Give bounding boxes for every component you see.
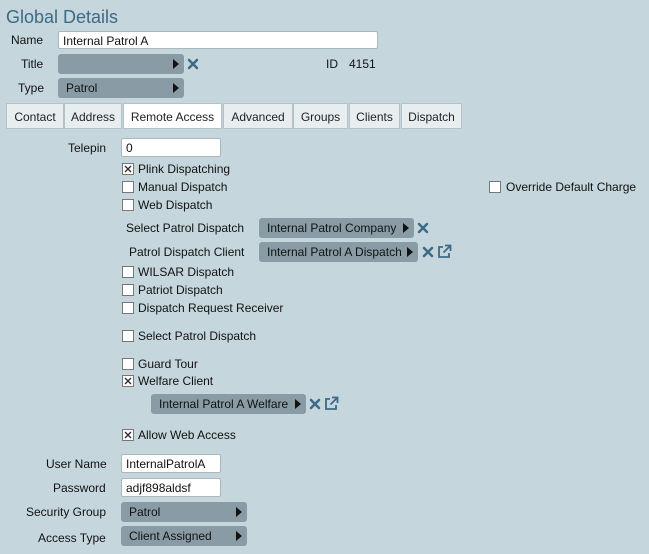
allow-web-access-label: Allow Web Access	[138, 428, 236, 442]
allow-web-access-checkbox[interactable]	[122, 429, 134, 441]
security-group-select[interactable]: Patrol	[121, 502, 247, 522]
patrol-dispatch-client-label: Patrol Dispatch Client	[129, 245, 245, 259]
telepin-input[interactable]: 0	[121, 138, 221, 157]
plink-dispatching-checkbox[interactable]	[122, 163, 134, 175]
name-input[interactable]: Internal Patrol A	[58, 31, 378, 49]
type-select-value: Patrol	[66, 81, 98, 95]
page-title: Global Details	[6, 7, 119, 27]
type-label: Type	[18, 81, 45, 95]
password-input[interactable]: adjf898aldsf	[121, 478, 221, 497]
caret-right-icon	[407, 247, 413, 257]
telepin-label: Telepin	[68, 141, 107, 155]
select-patrol-dispatch-checkbox[interactable]	[122, 330, 134, 342]
tab-groups[interactable]: Groups	[293, 103, 348, 129]
tab-contact[interactable]: Contact	[6, 103, 64, 129]
override-default-charge-checkbox[interactable]	[489, 181, 501, 193]
welfare-client-select[interactable]: Internal Patrol A Welfare	[151, 394, 306, 414]
welfare-client-label: Welfare Client	[138, 374, 214, 388]
dispatch-request-receiver-checkbox[interactable]	[122, 302, 134, 314]
select-patrol-dispatch-value: Internal Patrol Company	[267, 221, 397, 235]
select-patrol-dispatch-select[interactable]: Internal Patrol Company	[259, 218, 414, 238]
external-link-icon[interactable]	[324, 396, 339, 411]
password-label: Password	[53, 481, 106, 495]
tab-clients[interactable]: Clients	[349, 103, 400, 129]
tab-dispatch[interactable]: Dispatch	[401, 103, 462, 129]
plink-dispatching-label: Plink Dispatching	[138, 162, 231, 176]
checkmark-x-icon	[124, 431, 132, 439]
welfare-client-value: Internal Patrol A Welfare	[159, 397, 289, 411]
patrol-dispatch-client-value: Internal Patrol A Dispatch	[267, 245, 402, 259]
patriot-dispatch-label: Patriot Dispatch	[138, 283, 223, 297]
web-dispatch-checkbox[interactable]	[122, 199, 134, 211]
caret-right-icon	[236, 507, 242, 517]
title-select[interactable]	[58, 54, 184, 74]
id-label: ID	[326, 57, 338, 71]
user-name-input[interactable]: InternalPatrolA	[121, 454, 221, 473]
type-select[interactable]: Patrol	[58, 78, 184, 98]
close-icon[interactable]	[309, 398, 321, 410]
title-label: Title	[21, 57, 44, 71]
security-group-value: Patrol	[129, 505, 161, 519]
tab-advanced[interactable]: Advanced	[223, 103, 293, 129]
caret-right-icon	[236, 531, 242, 541]
welfare-client-checkbox[interactable]	[122, 375, 134, 387]
close-icon[interactable]	[187, 58, 199, 70]
user-name-label: User Name	[46, 457, 107, 471]
dispatch-request-receiver-label: Dispatch Request Receiver	[138, 301, 284, 315]
wilsar-dispatch-checkbox[interactable]	[122, 266, 134, 278]
security-group-label: Security Group	[26, 505, 107, 519]
access-type-value: Client Assigned	[129, 529, 212, 543]
select-patrol-dispatch-checkbox-label: Select Patrol Dispatch	[138, 329, 257, 343]
close-icon[interactable]	[422, 246, 434, 258]
override-default-charge-label: Override Default Charge	[506, 180, 637, 194]
close-icon[interactable]	[417, 222, 429, 234]
web-dispatch-label: Web Dispatch	[138, 198, 213, 212]
caret-right-icon	[295, 399, 301, 409]
tab-address[interactable]: Address	[64, 103, 122, 129]
select-patrol-dispatch-label: Select Patrol Dispatch	[126, 221, 245, 235]
guard-tour-checkbox[interactable]	[122, 358, 134, 370]
checkmark-x-icon	[124, 377, 132, 385]
wilsar-dispatch-label: WILSAR Dispatch	[138, 265, 235, 279]
caret-right-icon	[173, 83, 179, 93]
tab-remote-access[interactable]: Remote Access	[123, 103, 222, 129]
id-value: 4151	[349, 57, 376, 71]
checkmark-x-icon	[124, 165, 132, 173]
caret-right-icon	[403, 223, 409, 233]
caret-right-icon	[173, 59, 179, 69]
access-type-select[interactable]: Client Assigned	[121, 526, 247, 546]
manual-dispatch-checkbox[interactable]	[122, 181, 134, 193]
access-type-label: Access Type	[38, 531, 106, 545]
manual-dispatch-label: Manual Dispatch	[138, 180, 228, 194]
name-label: Name	[11, 33, 44, 47]
patriot-dispatch-checkbox[interactable]	[122, 284, 134, 296]
guard-tour-label: Guard Tour	[138, 357, 198, 371]
external-link-icon[interactable]	[437, 244, 452, 259]
patrol-dispatch-client-select[interactable]: Internal Patrol A Dispatch	[259, 242, 418, 262]
